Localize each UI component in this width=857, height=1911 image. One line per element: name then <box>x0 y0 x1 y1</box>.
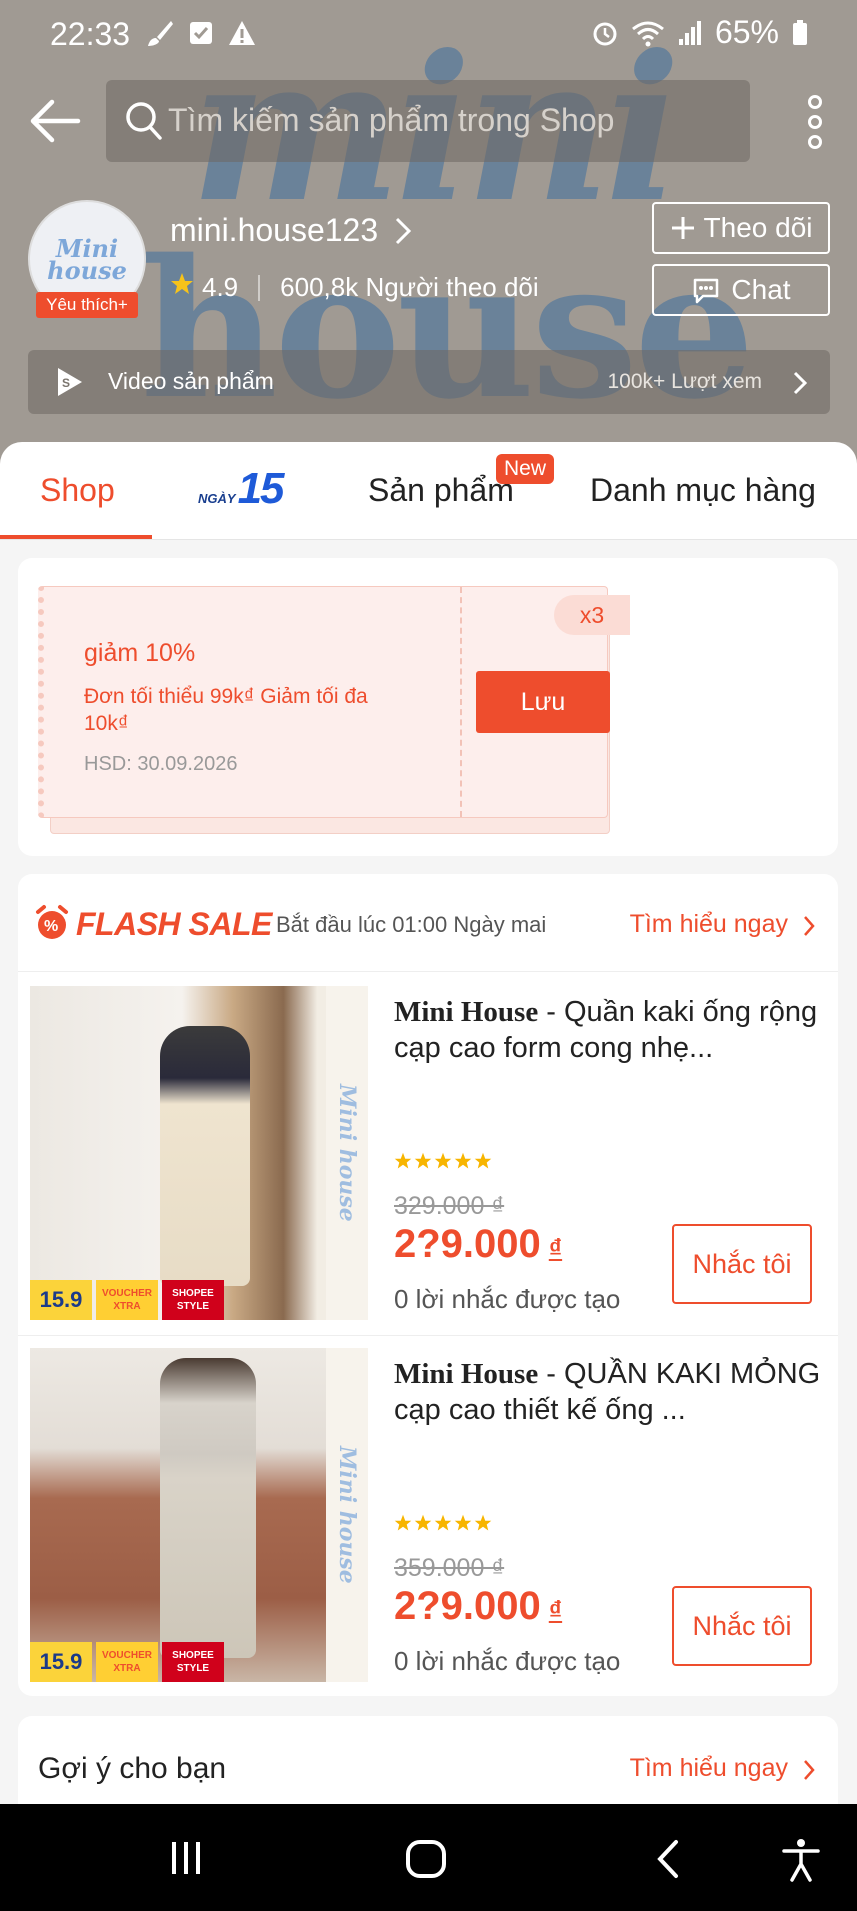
flash-sale-learn-more[interactable]: Tìm hiểu ngay <box>630 910 788 939</box>
recent-apps-icon[interactable] <box>166 1838 206 1883</box>
warning-icon <box>227 18 257 48</box>
shop-tabs: Shop NGÀY 15 Sản phẩm New Danh mục hàng <box>0 442 857 540</box>
voucher-quantity: x3 <box>554 595 630 635</box>
search-bar[interactable] <box>106 80 750 162</box>
shop-followers: 600,8k Người theo dõi <box>280 272 539 302</box>
original-price: 329.000 ₫ <box>394 1192 505 1220</box>
favorite-plus-badge: Yêu thích+ <box>36 292 138 318</box>
tab-products[interactable]: Sản phẩm <box>368 472 514 509</box>
follow-button[interactable]: Theo dõi <box>652 202 830 254</box>
flash-sale-start: Bắt đầu lúc 01:00 Ngày mai <box>276 912 547 937</box>
chat-label: Chat <box>731 274 791 305</box>
voucher: giảm 10% Đơn tối thiểu 99k₫ Giảm tối đa … <box>38 586 630 818</box>
video-views: 100k+ Lượt xem <box>607 370 763 393</box>
flash-product[interactable]: Mini house 15.9 VOUCHER XTRA SHOPEE STYL… <box>18 1334 838 1696</box>
product-rating-stars <box>394 1152 492 1170</box>
sale-price: 2?9.000 ₫ <box>394 1222 563 1266</box>
reminder-count: 0 lời nhắc được tạo <box>394 1646 621 1676</box>
product-model-photo <box>160 1358 256 1658</box>
product-rating-stars <box>394 1514 492 1532</box>
svg-text:%: % <box>44 918 58 935</box>
check-box-icon <box>187 18 215 48</box>
save-voucher-button[interactable]: Lưu <box>476 671 610 733</box>
star-icon <box>170 272 194 303</box>
voucher-expiry: HSD: 30.09.2026 <box>84 753 238 775</box>
more-options-icon[interactable] <box>795 94 835 150</box>
wifi-icon <box>631 19 665 47</box>
star-icon <box>474 1152 492 1169</box>
shop-stats: 4.9 600,8k Người theo dõi <box>170 272 539 303</box>
star-icon <box>394 1514 412 1531</box>
follow-label: Theo dõi <box>703 212 813 243</box>
home-icon[interactable] <box>404 1838 448 1885</box>
chevron-right-icon <box>792 370 808 401</box>
product-badges: 15.9 VOUCHER XTRA SHOPEE STYLE <box>30 1280 224 1320</box>
shop-header: mini house 22:33 65% <box>0 0 857 470</box>
status-time: 22:33 <box>50 16 131 52</box>
star-icon <box>474 1514 492 1531</box>
accessibility-icon[interactable] <box>780 1838 822 1887</box>
voucher-description: Đơn tối thiểu 99k₫ Giảm tối đa 10k₫ <box>84 685 368 735</box>
battery-icon <box>791 19 809 47</box>
svg-text:S: S <box>62 376 70 390</box>
chat-bubble-icon <box>694 278 719 304</box>
flash-sale-header: % FLASH SALE Bắt đầu lúc 01:00 Ngày mai … <box>18 874 838 972</box>
suggestions-title: Gợi ý cho bạn <box>38 1752 227 1785</box>
signal-icon <box>677 19 703 47</box>
remind-me-button[interactable]: Nhắc tôi <box>672 1586 812 1666</box>
alarm-icon <box>591 19 619 47</box>
flash-sale-title: FLASH SALE <box>76 906 272 942</box>
tab-shop[interactable]: Shop <box>40 472 115 509</box>
chevron-right-icon[interactable] <box>394 216 412 251</box>
product-image[interactable]: Mini house 15.9 VOUCHER XTRA SHOPEE STYL… <box>30 986 368 1320</box>
alarm-clock-icon: % <box>34 904 70 947</box>
play-badge-icon: S <box>54 366 84 403</box>
product-model-photo <box>160 1026 250 1286</box>
reminder-count: 0 lời nhắc được tạo <box>394 1284 621 1314</box>
image-brand-strip: Mini house <box>326 1348 368 1682</box>
sale-price: 2?9.000 ₫ <box>394 1584 563 1628</box>
product-badges: 15.9 VOUCHER XTRA SHOPEE STYLE <box>30 1642 224 1682</box>
system-nav-bar <box>0 1804 857 1911</box>
star-icon <box>414 1152 432 1169</box>
product-title[interactable]: Mini House - Quần kaki ống rộng cạp cao … <box>394 994 830 1066</box>
active-tab-indicator <box>0 535 152 539</box>
image-brand-strip: Mini house <box>326 986 368 1320</box>
product-title[interactable]: Mini House - QUẦN KAKI MỎNG cạp cao thiế… <box>394 1356 830 1428</box>
tab-categories[interactable]: Danh mục hàng <box>590 472 857 509</box>
product-image[interactable]: Mini house 15.9 VOUCHER XTRA SHOPEE STYL… <box>30 1348 368 1682</box>
star-icon <box>454 1152 472 1169</box>
new-badge: New <box>496 454 555 484</box>
star-icon <box>434 1152 452 1169</box>
plus-icon <box>671 217 694 239</box>
video-label: Video sản phẩm <box>108 368 274 394</box>
shop-rating: 4.9 <box>202 272 239 302</box>
back-icon[interactable] <box>652 1838 682 1885</box>
shop-logo: Mini house <box>47 234 127 285</box>
suggestions-learn-more[interactable]: Tìm hiểu ngay <box>630 1754 788 1783</box>
voucher-section: giảm 10% Đơn tối thiểu 99k₫ Giảm tối đa … <box>18 558 838 856</box>
star-icon <box>434 1514 452 1531</box>
original-price: 359.000 ₫ <box>394 1554 505 1582</box>
remind-me-button[interactable]: Nhắc tôi <box>672 1224 812 1304</box>
chat-button[interactable]: Chat <box>652 264 830 316</box>
star-icon <box>454 1514 472 1531</box>
tab-day-15[interactable]: NGÀY 15 <box>198 464 285 514</box>
chevron-right-icon[interactable] <box>802 914 816 943</box>
search-icon <box>124 100 164 147</box>
status-bar: 22:33 65% <box>0 0 857 66</box>
brush-icon <box>145 18 175 48</box>
battery-percent: 65% <box>714 14 779 50</box>
star-icon <box>414 1514 432 1531</box>
search-input[interactable] <box>168 92 728 148</box>
chevron-right-icon[interactable] <box>802 1758 816 1787</box>
product-video-bar[interactable]: S Video sản phẩm 100k+ Lượt xem <box>28 350 830 414</box>
star-icon <box>394 1152 412 1169</box>
back-arrow-icon[interactable] <box>28 96 82 146</box>
flash-product[interactable]: Mini house 15.9 VOUCHER XTRA SHOPEE STYL… <box>18 972 838 1336</box>
flash-sale-section: % FLASH SALE Bắt đầu lúc 01:00 Ngày mai … <box>18 874 838 1696</box>
shop-name[interactable]: mini.house123 <box>170 212 378 249</box>
voucher-title: giảm 10% <box>84 639 196 667</box>
